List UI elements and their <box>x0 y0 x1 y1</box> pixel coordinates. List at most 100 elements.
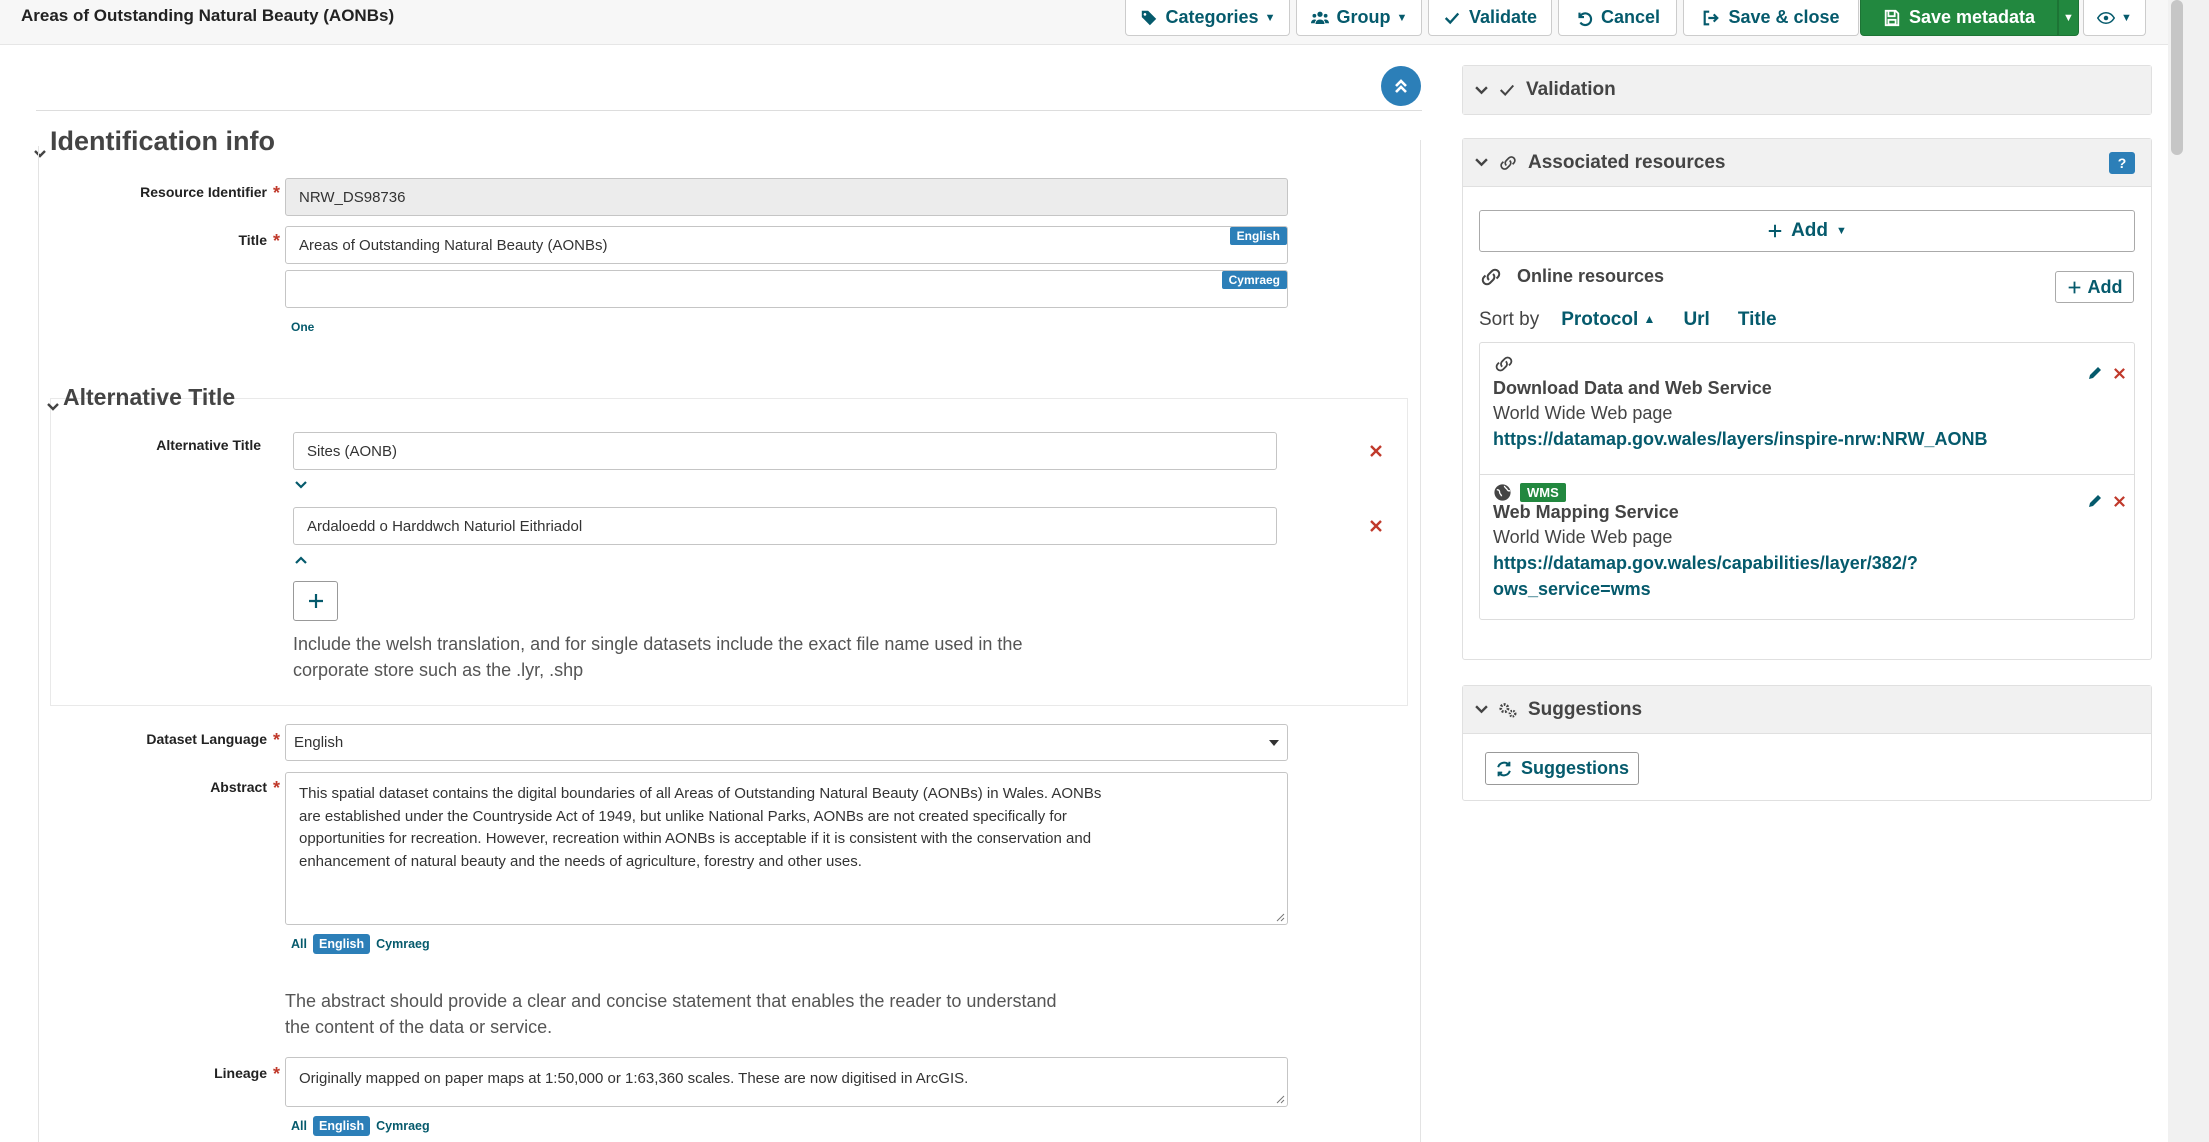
refresh-icon <box>1497 761 1511 776</box>
pencil-icon[interactable] <box>2087 365 2103 381</box>
resource-url-link[interactable]: https://datamap.gov.wales/capabilities/l… <box>1493 550 2134 602</box>
wms-badge: WMS <box>1520 483 1566 502</box>
add-online-resource-button[interactable]: Add <box>2055 271 2134 303</box>
validate-button[interactable]: Validate <box>1428 0 1552 36</box>
alternative-title-label: Alternative Title <box>156 437 261 453</box>
lang-all-link[interactable]: All <box>291 937 307 951</box>
view-mode-button[interactable]: ▼ <box>2083 0 2146 36</box>
link-icon <box>1500 155 1516 170</box>
save-metadata-button[interactable]: Save metadata <box>1860 0 2058 36</box>
caret-up-icon: ▲ <box>1643 312 1656 326</box>
alternative-title-input-1[interactable]: Sites (AONB) <box>293 432 1277 470</box>
lineage-label: Lineage * <box>214 1064 280 1084</box>
caret-down-icon <box>1269 740 1279 746</box>
abstract-textarea[interactable]: This spatial dataset contains the digita… <box>285 772 1288 925</box>
resource-name: Web Mapping Service <box>1493 502 1679 522</box>
associated-resources-panel: Associated resources ? Add ▼ Online resou… <box>1462 138 2152 660</box>
categories-button[interactable]: Categories ▼ <box>1125 0 1290 36</box>
list-item: Download Data and Web Service World Wide… <box>1480 355 2134 475</box>
required-asterisk: * <box>272 778 280 798</box>
caret-down-icon: ▼ <box>2121 11 2132 24</box>
chevron-down-icon <box>34 136 46 158</box>
suggestions-button[interactable]: Suggestions <box>1485 752 1639 785</box>
divider <box>36 110 1422 111</box>
resize-handle-icon[interactable] <box>1275 1094 1285 1104</box>
group-button[interactable]: Group ▼ <box>1296 0 1422 36</box>
scrollbar-thumb[interactable] <box>2171 0 2183 155</box>
alternative-title-help: Include the welsh translation, and for s… <box>293 634 1023 680</box>
users-icon <box>1310 11 1329 24</box>
tags-icon <box>1141 10 1156 25</box>
caret-down-icon: ▼ <box>1396 11 1408 24</box>
alternative-title-input-2[interactable]: Ardaloedd o Harddwch Naturiol Eithriadol <box>293 507 1277 545</box>
dataset-language-select[interactable]: English <box>285 724 1288 761</box>
save-close-button[interactable]: Save & close <box>1683 0 1859 36</box>
resource-type: World Wide Web page <box>1493 527 1673 547</box>
close-icon[interactable] <box>2113 495 2126 508</box>
resource-identifier-label: Resource Identifier * <box>140 183 280 203</box>
record-title: Areas of Outstanding Natural Beauty (AON… <box>21 6 395 25</box>
validation-panel-header[interactable]: Validation <box>1463 66 2151 114</box>
title-one-language-link[interactable]: One <box>291 320 314 334</box>
resize-handle-icon[interactable] <box>1275 912 1285 922</box>
title-input-welsh[interactable]: Cymraeg <box>285 270 1288 308</box>
lang-english-link[interactable]: English <box>312 1116 371 1136</box>
link-icon <box>1495 356 1513 372</box>
plus-icon <box>1768 224 1782 238</box>
page-scrollbar[interactable] <box>2168 0 2209 1142</box>
move-down-chevron-icon[interactable] <box>294 477 308 489</box>
caret-down-icon: ▼ <box>1264 11 1276 24</box>
pencil-icon[interactable] <box>2087 493 2103 509</box>
section-border <box>38 146 39 1142</box>
check-icon <box>1444 12 1460 24</box>
section-border <box>1420 140 1421 1142</box>
globe-icon <box>1494 484 1511 501</box>
title-input-english[interactable]: Areas of Outstanding Natural Beauty (AON… <box>285 226 1288 264</box>
collapse-all-button[interactable] <box>1381 66 1421 106</box>
lang-welsh-link[interactable]: Cymraeg <box>376 1119 430 1133</box>
cancel-button[interactable]: Cancel <box>1558 0 1677 36</box>
lineage-textarea[interactable]: Originally mapped on paper maps at 1:50,… <box>285 1057 1288 1107</box>
plus-icon <box>308 594 323 608</box>
remove-alternative-title-2-button[interactable] <box>1369 519 1383 533</box>
section-identification-toggle[interactable]: Identification info <box>34 126 275 158</box>
help-icon[interactable]: ? <box>2109 152 2135 174</box>
close-icon <box>1370 520 1382 532</box>
close-icon[interactable] <box>2113 367 2126 380</box>
chevron-down-icon <box>1475 705 1488 714</box>
sort-title-link[interactable]: Title <box>1738 309 1777 331</box>
chevron-down-icon <box>1475 85 1488 94</box>
english-language-tag: English <box>1229 227 1287 245</box>
abstract-label: Abstract * <box>210 778 280 798</box>
save-options-dropdown[interactable]: ▼ <box>2058 0 2079 36</box>
undo-icon <box>1578 11 1593 26</box>
caret-down-icon: ▼ <box>2063 11 2074 24</box>
add-alternative-title-button[interactable] <box>293 581 338 621</box>
resource-identifier-input[interactable]: NRW_DS98736 <box>285 178 1288 216</box>
chevron-down-icon <box>47 392 59 411</box>
lang-english-link[interactable]: English <box>312 934 371 954</box>
title-label: Title * <box>238 231 280 251</box>
caret-down-icon: ▼ <box>1836 225 1847 237</box>
sort-bar: Sort by Protocol ▲ Url Title <box>1479 309 1777 331</box>
dataset-language-label: Dataset Language * <box>146 730 280 750</box>
lang-welsh-link[interactable]: Cymraeg <box>376 937 430 951</box>
sort-url-link[interactable]: Url <box>1683 309 1709 331</box>
resource-url-link[interactable]: https://datamap.gov.wales/layers/inspire… <box>1493 426 2134 452</box>
abstract-help: The abstract should provide a clear and … <box>285 991 1057 1037</box>
eye-icon <box>2097 11 2116 24</box>
remove-alternative-title-1-button[interactable] <box>1369 444 1383 458</box>
sign-out-icon <box>1704 10 1720 25</box>
abstract-language-switch: All English Cymraeg <box>291 934 430 954</box>
online-resources-list: Download Data and Web Service World Wide… <box>1479 342 2135 620</box>
lang-all-link[interactable]: All <box>291 1119 307 1133</box>
associated-resources-header[interactable]: Associated resources <box>1463 139 2151 187</box>
suggestions-panel-header[interactable]: Suggestions <box>1463 686 2151 734</box>
suggestions-panel: Suggestions Suggestions <box>1462 685 2152 801</box>
close-icon <box>1370 445 1382 457</box>
sort-protocol-link[interactable]: Protocol ▲ <box>1561 309 1655 331</box>
section-alternative-toggle[interactable]: Alternative Title <box>47 384 235 411</box>
move-up-chevron-icon[interactable] <box>294 552 308 564</box>
check-icon <box>1499 84 1515 96</box>
add-associated-resource-button[interactable]: Add ▼ <box>1479 210 2135 252</box>
